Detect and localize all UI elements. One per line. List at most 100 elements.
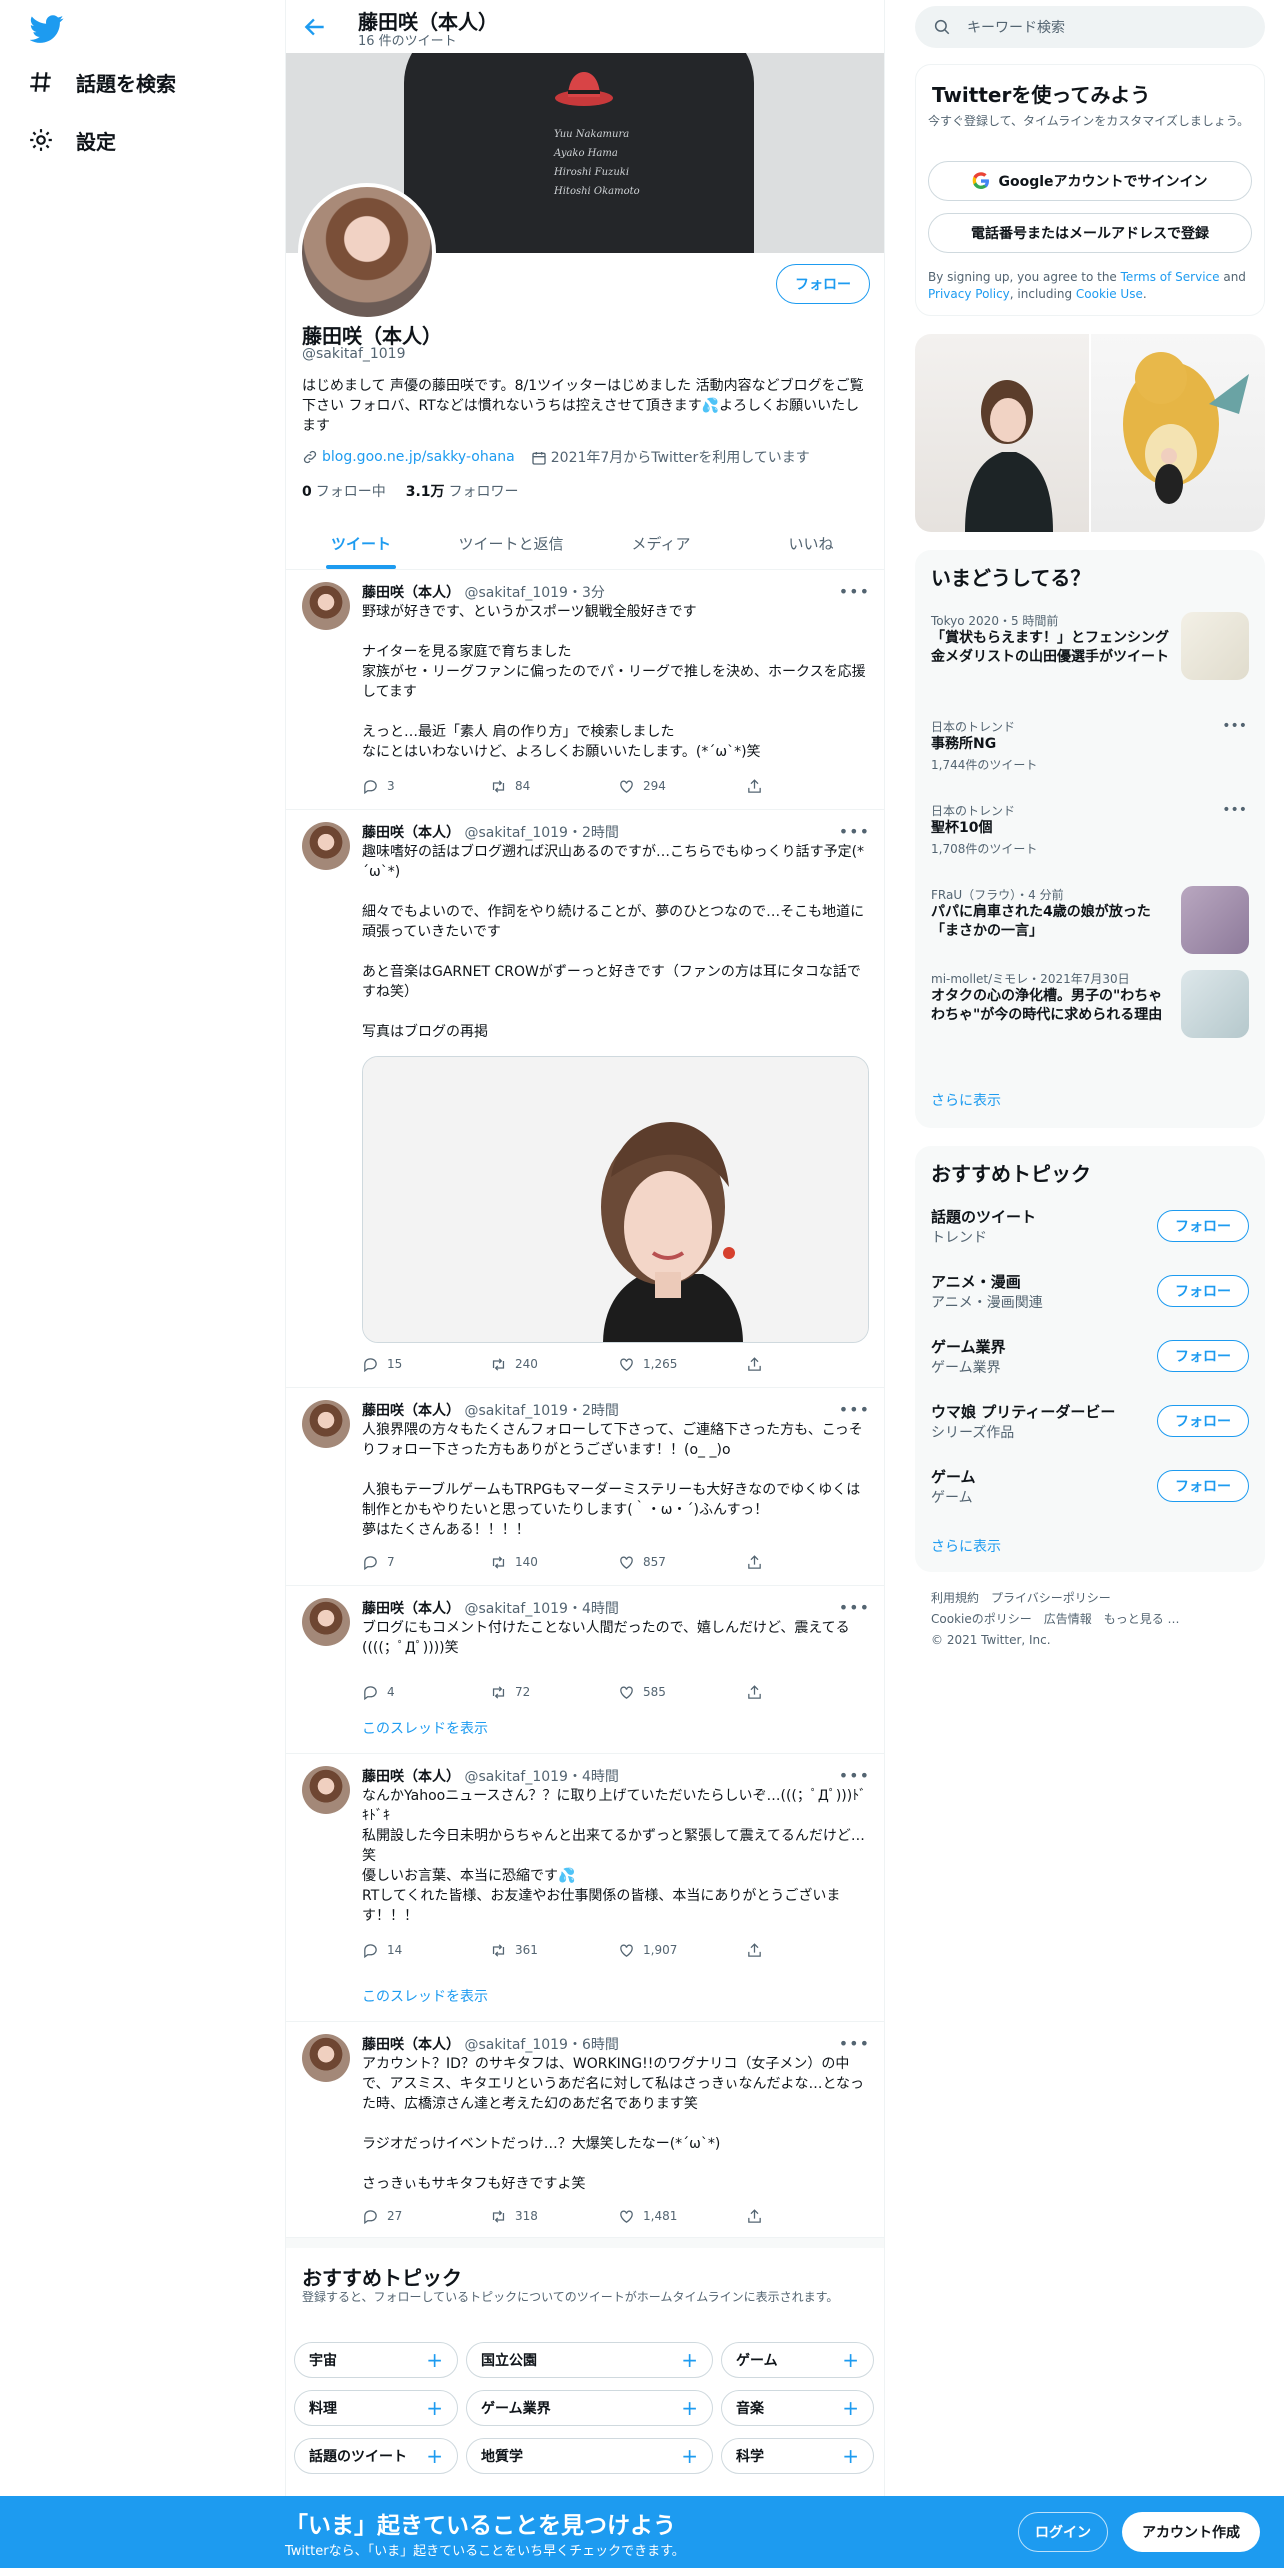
topic-item[interactable]: ゲーム業界 ゲーム業界 フォロー: [931, 1336, 1249, 1376]
tab-likes[interactable]: いいね: [736, 514, 884, 569]
topic-item[interactable]: ゲーム ゲーム フォロー: [931, 1466, 1249, 1506]
google-signin-button[interactable]: Googleアカウントでサインイン: [928, 161, 1252, 201]
media-thumb[interactable]: [915, 334, 1089, 532]
tweet[interactable]: 藤田咲（本人） @sakitaf_1019・3分 ••• 野球が好きです、という…: [286, 570, 884, 810]
topic-follow-button[interactable]: フォロー: [1157, 1340, 1249, 1372]
phone-signup-button[interactable]: 電話番号またはメールアドレスで登録: [928, 213, 1252, 253]
tweet-avatar[interactable]: [302, 1400, 350, 1448]
tab-tweets-replies[interactable]: ツイートと返信: [436, 514, 586, 569]
reply-action[interactable]: 14: [362, 1940, 490, 1960]
retweet-action[interactable]: 240: [490, 1354, 618, 1374]
retweet-action[interactable]: 318: [490, 2206, 618, 2226]
topic-follow-button[interactable]: フォロー: [1157, 1210, 1249, 1242]
topics-show-more[interactable]: さらに表示: [931, 1536, 1001, 1556]
reply-action[interactable]: 3: [362, 776, 490, 796]
topic-item[interactable]: アニメ・漫画 アニメ・漫画関連 フォロー: [931, 1271, 1249, 1311]
share-action[interactable]: [746, 2206, 776, 2226]
like-action[interactable]: 1,907: [618, 1940, 746, 1960]
tweet-author[interactable]: 藤田咲（本人）: [362, 2037, 460, 2053]
login-button[interactable]: ログイン: [1018, 2512, 1108, 2552]
like-action[interactable]: 585: [618, 1682, 746, 1702]
trend-item[interactable]: mi-mollet/ミモレ・2021年7月30日 オタクの心の浄化槽。男子の"わ…: [931, 970, 1249, 1038]
share-action[interactable]: [746, 1682, 776, 1702]
topic-chip[interactable]: ゲーム +: [721, 2342, 874, 2378]
tweet-author[interactable]: 藤田咲（本人）: [362, 1601, 460, 1617]
footer-line[interactable]: 利用規約 プライバシーポリシー: [931, 1588, 1180, 1609]
followers-stat[interactable]: 3.1万 フォロワー: [406, 481, 519, 501]
reply-action[interactable]: 7: [362, 1552, 490, 1572]
tweet-avatar[interactable]: [302, 822, 350, 870]
more-dots-icon[interactable]: •••: [1222, 718, 1247, 734]
twitter-logo-icon[interactable]: [29, 12, 64, 43]
reply-action[interactable]: 27: [362, 2206, 490, 2226]
privacy-link[interactable]: Privacy Policy: [928, 287, 1010, 301]
tab-media[interactable]: メディア: [586, 514, 736, 569]
share-action[interactable]: [746, 1354, 776, 1374]
topic-follow-button[interactable]: フォロー: [1157, 1470, 1249, 1502]
create-account-button[interactable]: アカウント作成: [1122, 2512, 1260, 2552]
more-dots-icon[interactable]: •••: [1222, 802, 1247, 818]
topic-chip[interactable]: 音楽 +: [721, 2390, 874, 2426]
retweet-action[interactable]: 361: [490, 1940, 618, 1960]
tweet-author[interactable]: 藤田咲（本人）: [362, 1403, 460, 1419]
more-dots-icon[interactable]: •••: [839, 1598, 870, 1617]
topic-follow-button[interactable]: フォロー: [1157, 1275, 1249, 1307]
tweet-avatar[interactable]: [302, 1766, 350, 1814]
more-dots-icon[interactable]: •••: [839, 582, 870, 601]
topic-chip[interactable]: ゲーム業界 +: [466, 2390, 713, 2426]
topic-chip[interactable]: 宇宙 +: [294, 2342, 458, 2378]
following-stat[interactable]: 0 フォロー中: [302, 481, 386, 501]
like-action[interactable]: 294: [618, 776, 746, 796]
trend-item[interactable]: Tokyo 2020・5 時間前 「賞状もらえます！」とフェンシング金メダリスト…: [931, 612, 1249, 680]
more-dots-icon[interactable]: •••: [839, 1400, 870, 1419]
tweet-avatar[interactable]: [302, 2034, 350, 2082]
reply-action[interactable]: 15: [362, 1354, 490, 1374]
topic-chip[interactable]: 料理 +: [294, 2390, 458, 2426]
trends-show-more[interactable]: さらに表示: [931, 1090, 1001, 1110]
topic-chip[interactable]: 話題のツイート +: [294, 2438, 458, 2474]
cookie-link[interactable]: Cookie Use: [1076, 287, 1143, 301]
retweet-action[interactable]: 140: [490, 1552, 618, 1572]
profile-follow-button[interactable]: フォロー: [776, 264, 870, 304]
show-thread-link[interactable]: このスレッドを表示: [362, 1718, 488, 1738]
nav-explore[interactable]: 話題を検索: [28, 62, 176, 102]
retweet-action[interactable]: 84: [490, 776, 618, 796]
tweet-avatar[interactable]: [302, 582, 350, 630]
tweet[interactable]: 藤田咲（本人） @sakitaf_1019・2時間 ••• 人狼界隈の方々もたく…: [286, 1388, 884, 1586]
trend-item[interactable]: FRaU（フラウ）・4 分前 パパに肩車された4歳の娘が放った「まさかの一言」: [931, 886, 1249, 954]
tweet[interactable]: 藤田咲（本人） @sakitaf_1019・4時間 ••• ブログにもコメント付…: [286, 1586, 884, 1754]
share-action[interactable]: [746, 1552, 776, 1572]
tweet-avatar[interactable]: [302, 1598, 350, 1646]
terms-link[interactable]: Terms of Service: [1121, 270, 1220, 284]
tweet-photo[interactable]: [362, 1056, 869, 1343]
media-thumb[interactable]: [1091, 334, 1265, 532]
show-thread-link[interactable]: このスレッドを表示: [362, 1986, 488, 2006]
share-action[interactable]: [746, 1940, 776, 1960]
more-dots-icon[interactable]: •••: [839, 822, 870, 841]
back-arrow-icon[interactable]: [302, 14, 328, 40]
share-action[interactable]: [746, 776, 776, 796]
topic-chip[interactable]: 国立公園 +: [466, 2342, 713, 2378]
topic-item[interactable]: 話題のツイート トレンド フォロー: [931, 1206, 1249, 1246]
topic-chip[interactable]: 科学 +: [721, 2438, 874, 2474]
nav-settings[interactable]: 設定: [28, 120, 116, 160]
tweet[interactable]: 藤田咲（本人） @sakitaf_1019・6時間 ••• アカウント？ID？の…: [286, 2022, 884, 2238]
topic-follow-button[interactable]: フォロー: [1157, 1405, 1249, 1437]
footer-line[interactable]: Cookieのポリシー 広告情報 もっと見る …: [931, 1609, 1180, 1630]
search-box[interactable]: キーワード検索: [915, 6, 1265, 48]
trend-item[interactable]: 日本のトレンド 事務所NG 1,744件のツイート •••: [931, 718, 1249, 773]
topic-item[interactable]: ウマ娘 プリティーダービー シリーズ作品 フォロー: [931, 1401, 1249, 1441]
reply-action[interactable]: 4: [362, 1682, 490, 1702]
more-dots-icon[interactable]: •••: [839, 2034, 870, 2053]
profile-avatar[interactable]: [298, 183, 436, 321]
tweet-author[interactable]: 藤田咲（本人）: [362, 825, 460, 841]
retweet-action[interactable]: 72: [490, 1682, 618, 1702]
tweet[interactable]: 藤田咲（本人） @sakitaf_1019・4時間 ••• なんかYahooニュ…: [286, 1754, 884, 2022]
like-action[interactable]: 1,481: [618, 2206, 746, 2226]
tab-tweets[interactable]: ツイート: [286, 514, 436, 569]
like-action[interactable]: 857: [618, 1552, 746, 1572]
like-action[interactable]: 1,265: [618, 1354, 746, 1374]
profile-link[interactable]: blog.goo.ne.jp/sakky-ohana: [322, 449, 515, 465]
more-dots-icon[interactable]: •••: [839, 1766, 870, 1785]
topic-chip[interactable]: 地質学 +: [466, 2438, 713, 2474]
